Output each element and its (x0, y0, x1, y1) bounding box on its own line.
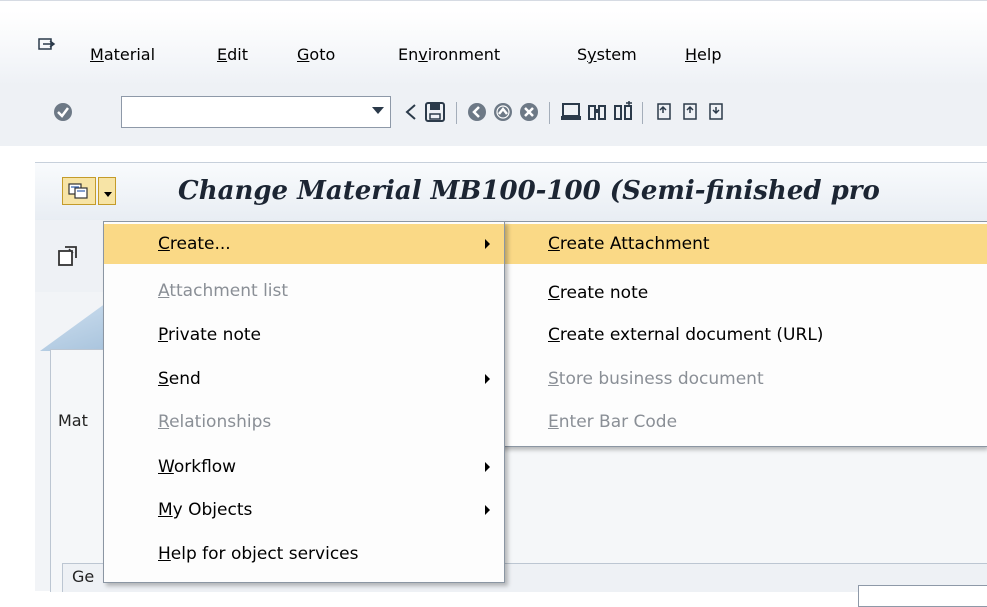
previous-page-icon[interactable] (678, 98, 704, 126)
find-next-icon[interactable] (610, 98, 636, 126)
menu-item-label: Send (158, 369, 201, 389)
menu-mnemonic: H (685, 45, 698, 64)
menu-item-label: Relationships (158, 412, 272, 432)
menu-item-private-note[interactable]: Private note (104, 315, 504, 355)
menu-environment[interactable]: Environment (398, 45, 500, 64)
menu-label-pre: En (398, 45, 419, 64)
submenu-arrow-icon (485, 239, 490, 249)
menu-help[interactable]: Help (685, 45, 721, 64)
back-icon[interactable] (464, 98, 490, 126)
menu-item-label: Create Attachment (548, 234, 710, 254)
menu-item-label: My Objects (158, 500, 253, 520)
menu-item-label: Workflow (158, 457, 237, 477)
submenu-arrow-icon (485, 462, 490, 472)
menu-label: ironment (427, 45, 501, 64)
toolbar-separator (549, 102, 550, 124)
menu-label-pre: S (577, 45, 588, 64)
menu-item-create-external-document[interactable]: Create external document (URL) (493, 315, 987, 355)
menu-item-create-attachment[interactable]: Create Attachment (493, 224, 987, 264)
menu-item-create-note[interactable]: Create note (493, 273, 987, 313)
menu-item-create[interactable]: Create... (104, 224, 504, 264)
exit-icon[interactable] (490, 98, 516, 126)
menu-item-label: Attachment list (158, 281, 289, 301)
menu-item-workflow[interactable]: Workflow (104, 447, 504, 487)
menu-item-label: Store business document (548, 369, 764, 389)
menu-item-my-objects[interactable]: My Objects (104, 490, 504, 530)
menu-bar (0, 0, 987, 85)
object-services-button[interactable] (62, 177, 116, 207)
toolbar-separator (456, 102, 457, 124)
menu-mnemonic: y (587, 45, 597, 64)
menu-label: oto (309, 45, 336, 64)
group-title: Ge (72, 567, 95, 586)
menu-goto[interactable]: Goto (297, 45, 335, 64)
create-submenu: Create Attachment Create note Create ext… (492, 221, 987, 447)
first-page-icon[interactable] (652, 98, 678, 126)
chevron-down-icon[interactable] (372, 107, 384, 114)
menu-item-relationships: Relationships (104, 402, 504, 442)
menu-edit[interactable]: Edit (217, 45, 248, 64)
submenu-arrow-icon (485, 505, 490, 515)
menu-mnemonic: v (418, 45, 428, 64)
menu-item-label: Help for object services (158, 544, 359, 564)
object-services-menu: Create... Attachment list Private note S… (103, 221, 505, 583)
back-arrow-icon[interactable] (398, 98, 424, 126)
submenu-arrow-icon (485, 374, 490, 384)
page-title: Change Material MB100-100 (Semi-finished… (178, 176, 880, 206)
menu-label: elp (697, 45, 722, 64)
menu-mnemonic: M (90, 45, 104, 64)
save-icon[interactable] (422, 98, 448, 126)
menu-material[interactable]: Material (90, 45, 155, 64)
material-label: Mat (58, 411, 88, 430)
menu-item-label: Create... (158, 234, 231, 254)
menu-item-label: Create external document (URL) (548, 325, 824, 345)
print-icon[interactable] (558, 98, 584, 126)
toolbar-separator (642, 102, 643, 124)
other-material-icon[interactable] (56, 244, 82, 270)
menu-system[interactable]: System (577, 45, 637, 64)
menu-label: aterial (103, 45, 156, 64)
menu-mnemonic: E (217, 45, 228, 64)
menu-item-label: Create note (548, 283, 649, 303)
cancel-icon[interactable] (516, 98, 542, 126)
next-page-icon[interactable] (704, 98, 730, 126)
services-icon (62, 177, 96, 205)
menu-item-attachment-list: Attachment list (104, 271, 504, 311)
enter-icon[interactable] (50, 98, 76, 126)
menu-item-enter-bar-code: Enter Bar Code (493, 402, 987, 442)
menu-item-help-object-services[interactable]: Help for object services (104, 534, 504, 574)
menu-label: dit (227, 45, 248, 64)
menu-item-send[interactable]: Send (104, 359, 504, 399)
chevron-down-icon[interactable] (98, 177, 116, 205)
menu-item-label: Enter Bar Code (548, 412, 678, 432)
find-icon[interactable] (584, 98, 610, 126)
menu-label: stem (596, 45, 637, 64)
material-group-field[interactable] (858, 585, 987, 607)
system-menu-icon[interactable] (38, 38, 56, 52)
menu-item-label: Private note (158, 325, 261, 345)
command-field[interactable] (121, 96, 391, 128)
menu-item-store-business-document: Store business document (493, 359, 987, 399)
menu-mnemonic: G (297, 45, 310, 64)
